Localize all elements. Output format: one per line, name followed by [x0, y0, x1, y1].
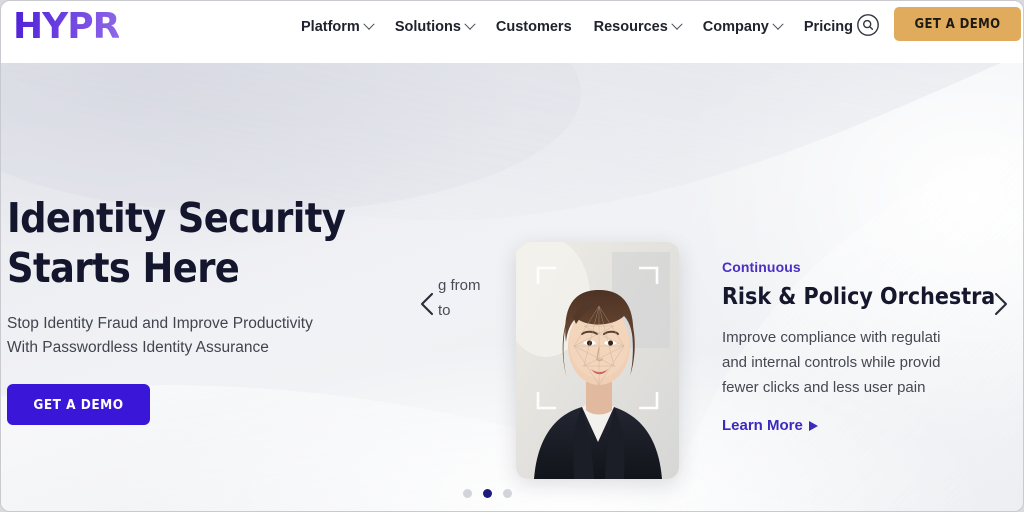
site-header: HYPR Platform Solutions Customers Resour… — [1, 1, 1023, 63]
header-get-a-demo-button[interactable]: GET A DEMO — [894, 7, 1021, 41]
slide-eyebrow: Continuous — [722, 259, 801, 275]
carousel-dot-2[interactable] — [483, 489, 492, 498]
hero-section: Identity Security Starts Here Stop Ident… — [1, 63, 1023, 511]
nav-label: Customers — [495, 19, 572, 35]
header-cta-label: GET A DEMO — [914, 16, 1001, 32]
play-triangle-icon — [808, 420, 818, 431]
hero-title: Identity Security Starts Here — [7, 194, 346, 292]
nav-label: Resources — [593, 19, 668, 35]
nav-label: Company — [702, 19, 769, 35]
nav-item-resources[interactable]: Resources — [593, 13, 683, 41]
carousel-dot-1[interactable] — [463, 489, 472, 498]
hero-cta-label: GET A DEMO — [33, 396, 124, 413]
learn-more-label: Learn More — [722, 417, 803, 434]
face-scan-portrait — [516, 242, 679, 479]
main-navigation: Platform Solutions Customers Resources C… — [301, 13, 853, 41]
chevron-down-icon — [671, 18, 683, 30]
hero-copy: Identity Security Starts Here Stop Ident… — [7, 193, 407, 425]
chevron-down-icon — [363, 18, 375, 30]
chevron-down-icon — [772, 18, 784, 30]
search-icon[interactable] — [856, 13, 880, 37]
chevron-down-icon — [464, 18, 476, 30]
chevron-right-icon[interactable] — [987, 288, 1013, 320]
carousel-slide-image — [516, 242, 679, 479]
nav-item-company[interactable]: Company — [702, 13, 784, 41]
slide-body: Improve compliance with regulati and int… — [722, 329, 941, 396]
previous-slide-text-fragment: g from to — [438, 277, 481, 319]
nav-item-solutions[interactable]: Solutions — [394, 13, 476, 41]
carousel-dots — [463, 489, 512, 498]
nav-label: Platform — [301, 19, 360, 35]
carousel-slide-text: Continuous Risk & Policy Orchestratio Im… — [722, 259, 994, 434]
nav-label: Solutions — [394, 19, 461, 35]
hero-subtitle: Stop Identity Fraud and Improve Producti… — [7, 315, 313, 356]
hero-get-a-demo-button[interactable]: GET A DEMO — [7, 384, 150, 425]
nav-label: Pricing — [803, 19, 854, 35]
nav-item-platform[interactable]: Platform — [301, 13, 375, 41]
nav-item-pricing[interactable]: Pricing — [804, 13, 853, 41]
slide-heading: Risk & Policy Orchestratio — [722, 284, 994, 310]
hypr-logo[interactable]: HYPR — [13, 7, 120, 47]
nav-item-customers[interactable]: Customers — [496, 13, 572, 41]
browser-viewport: HYPR Platform Solutions Customers Resour… — [0, 0, 1024, 512]
chevron-left-icon[interactable] — [415, 288, 441, 320]
learn-more-link[interactable]: Learn More — [722, 417, 994, 434]
carousel-dot-3[interactable] — [503, 489, 512, 498]
